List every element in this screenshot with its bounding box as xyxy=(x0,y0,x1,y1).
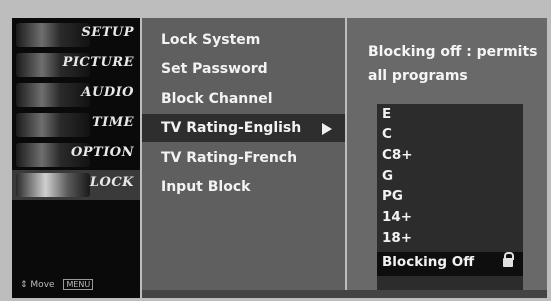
help-move-label: Move xyxy=(30,280,55,290)
menu-item-label: TV Rating-French xyxy=(161,150,298,166)
menu-key-badge: MENU xyxy=(63,279,94,290)
rating-option-c[interactable]: C xyxy=(382,126,392,142)
rating-option-g[interactable]: G xyxy=(382,168,393,184)
menu-item-lock-system[interactable]: Lock System xyxy=(142,26,345,54)
sidebar-item-label: TIME xyxy=(91,115,134,130)
rating-option-14plus[interactable]: 14+ xyxy=(382,209,412,225)
menu-item-label: Block Channel xyxy=(161,91,273,107)
rating-option-blocking-off[interactable]: Blocking Off xyxy=(377,252,523,276)
menu-item-label: Lock System xyxy=(161,32,261,48)
sidebar-item-picture[interactable]: PICTURE xyxy=(12,50,140,80)
rating-options-list: E C C8+ G PG 14+ 18+ Blocking Off xyxy=(377,104,523,290)
sidebar-item-label: AUDIO xyxy=(81,85,134,100)
rating-option-label: Blocking Off xyxy=(382,254,475,270)
rating-option-18plus[interactable]: 18+ xyxy=(382,230,412,246)
submenu-arrow-icon xyxy=(322,123,332,135)
time-thumbnail-icon xyxy=(16,113,90,137)
lock-thumbnail-icon xyxy=(16,173,90,197)
lock-submenu: Lock System Set Password Block Channel T… xyxy=(142,18,345,298)
sidebar-item-time[interactable]: TIME xyxy=(12,110,140,140)
sidebar-item-label: PICTURE xyxy=(62,55,134,70)
menu-item-tv-rating-french[interactable]: TV Rating-French xyxy=(142,144,345,172)
sidebar-item-setup[interactable]: SETUP xyxy=(12,20,140,50)
sidebar-item-label: OPTION xyxy=(70,145,134,160)
sidebar-item-label: LOCK xyxy=(89,175,134,190)
rating-option-c8plus[interactable]: C8+ xyxy=(382,147,413,163)
audio-thumbnail-icon xyxy=(16,83,90,107)
sidebar-item-lock[interactable]: LOCK xyxy=(12,170,140,200)
setup-thumbnail-icon xyxy=(16,23,90,47)
sidebar-item-option[interactable]: OPTION xyxy=(12,140,140,170)
menu-item-label: Set Password xyxy=(161,61,268,77)
sidebar-item-audio[interactable]: AUDIO xyxy=(12,80,140,110)
rating-panel: Blocking off : permits all programs E C … xyxy=(347,18,547,298)
navigation-help: ⇕ Move MENU xyxy=(20,279,94,290)
blocking-info-text: Blocking off : permits all programs xyxy=(368,44,538,84)
menu-item-tv-rating-english[interactable]: TV Rating-English xyxy=(142,114,345,142)
move-arrows-icon: ⇕ xyxy=(20,280,28,290)
main-menu-sidebar: SETUP PICTURE AUDIO TIME OPTION LOCK ⇕ M… xyxy=(12,18,140,298)
menu-item-input-block[interactable]: Input Block xyxy=(142,173,345,201)
menu-item-set-password[interactable]: Set Password xyxy=(142,55,345,83)
menu-item-block-channel[interactable]: Block Channel xyxy=(142,85,345,113)
rating-option-pg[interactable]: PG xyxy=(382,188,403,204)
rating-option-e[interactable]: E xyxy=(382,106,391,122)
bottom-bar xyxy=(142,290,547,298)
menu-item-label: Input Block xyxy=(161,179,251,195)
lock-icon xyxy=(503,252,514,267)
menu-item-label: TV Rating-English xyxy=(161,120,302,136)
sidebar-item-label: SETUP xyxy=(81,25,134,40)
